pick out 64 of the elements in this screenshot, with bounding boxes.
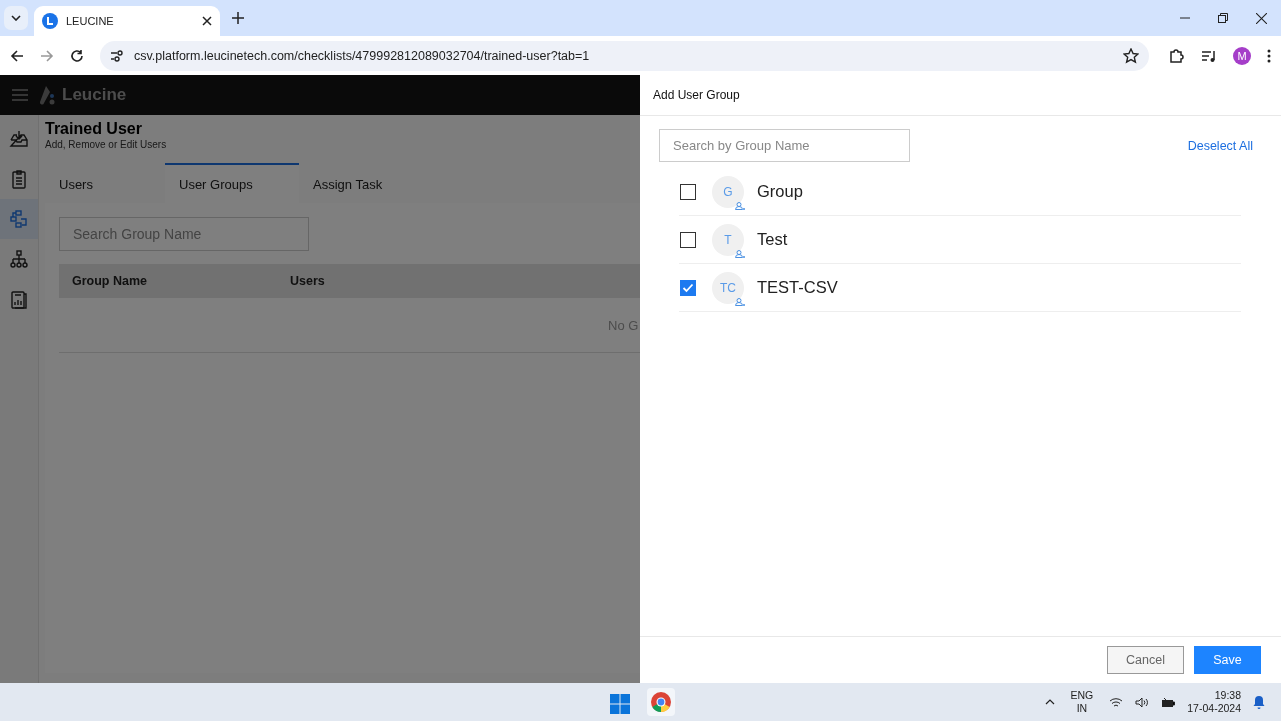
bookmark-star-icon[interactable] bbox=[1123, 47, 1139, 64]
column-header: Users bbox=[290, 274, 325, 288]
search-field[interactable]: Search by Group Name bbox=[659, 129, 910, 162]
page-title: Trained User bbox=[45, 120, 143, 138]
group-name: Test bbox=[757, 230, 788, 249]
avatar-initials: T bbox=[724, 232, 732, 247]
new-tab-icon[interactable] bbox=[232, 12, 244, 24]
restore-icon[interactable] bbox=[1218, 13, 1228, 23]
report-icon bbox=[9, 289, 29, 309]
taskbar-app-button[interactable] bbox=[647, 688, 675, 716]
flow-icon bbox=[9, 209, 29, 229]
checkbox[interactable] bbox=[680, 231, 696, 248]
column-header: Group Name bbox=[72, 274, 148, 288]
hierarchy-icon bbox=[9, 249, 29, 269]
wifi-icon[interactable] bbox=[1109, 696, 1124, 708]
avatar-initials: G bbox=[723, 184, 733, 199]
checkbox[interactable] bbox=[680, 279, 696, 296]
address-bar[interactable]: csv.platform.leucinetech.com/checklists/479992812089032704/trained-user?tab=1 bbox=[100, 40, 1149, 71]
deselect-all-link[interactable]: Deselect All bbox=[1187, 138, 1253, 153]
close-icon[interactable] bbox=[202, 16, 212, 26]
region-indicator[interactable]: IN bbox=[1076, 702, 1088, 715]
inbox-icon bbox=[9, 129, 29, 149]
brand-name: Leucine bbox=[62, 85, 127, 105]
group-row[interactable]: G Group bbox=[679, 168, 1241, 216]
forward-icon[interactable] bbox=[40, 48, 54, 63]
search-field[interactable]: Search Group Name bbox=[59, 217, 309, 251]
group-name: TEST-CSV bbox=[757, 278, 838, 297]
speaker-icon[interactable] bbox=[1135, 696, 1150, 708]
start-icon[interactable] bbox=[610, 694, 630, 714]
browser-tab[interactable]: LEUCINE bbox=[34, 6, 220, 36]
page-subtitle: Add, Remove or Edit Users bbox=[45, 139, 168, 150]
caret-icon bbox=[11, 15, 21, 21]
save-button[interactable]: Save bbox=[1194, 646, 1261, 674]
more-options-icon[interactable] bbox=[1267, 48, 1271, 63]
cancel-button[interactable]: Cancel bbox=[1107, 646, 1184, 674]
checkbox[interactable] bbox=[680, 183, 696, 200]
reload-icon[interactable] bbox=[70, 48, 84, 63]
tab-list-button[interactable] bbox=[4, 6, 28, 30]
site-settings-icon[interactable] bbox=[110, 49, 124, 62]
clock-time[interactable]: 19:38 bbox=[1214, 689, 1241, 702]
back-icon[interactable] bbox=[10, 48, 24, 63]
favicon-icon bbox=[42, 13, 58, 29]
profile-avatar[interactable]: M bbox=[1233, 46, 1251, 65]
close-icon[interactable] bbox=[1256, 13, 1267, 24]
media-queue-icon[interactable] bbox=[1201, 48, 1217, 63]
language-indicator[interactable]: ENG bbox=[1070, 689, 1094, 702]
group-row[interactable]: T Test bbox=[679, 216, 1241, 264]
tab[interactable]: Users bbox=[45, 163, 165, 203]
tab-title: LEUCINE bbox=[66, 15, 115, 27]
tab[interactable]: Assign Task bbox=[299, 163, 419, 203]
battery-icon[interactable] bbox=[1161, 696, 1176, 708]
users-icon bbox=[735, 249, 745, 258]
notification-bell-icon[interactable] bbox=[1253, 695, 1265, 709]
extensions-icon[interactable] bbox=[1169, 47, 1185, 64]
users-icon bbox=[735, 297, 745, 306]
group-name: Group bbox=[757, 182, 803, 201]
avatar-initials: TC bbox=[720, 280, 736, 295]
chevron-up-icon[interactable] bbox=[1044, 699, 1055, 705]
group-row[interactable]: TC TEST-CSV bbox=[679, 264, 1241, 312]
clock-date[interactable]: 17-04-2024 bbox=[1187, 702, 1241, 715]
users-icon bbox=[735, 201, 745, 210]
checklist-icon bbox=[9, 169, 29, 189]
drawer-title: Add User Group bbox=[653, 88, 740, 102]
url-text: csv.platform.leucinetech.com/checklists/479992812089032704/trained-user?tab=1 bbox=[134, 48, 591, 63]
